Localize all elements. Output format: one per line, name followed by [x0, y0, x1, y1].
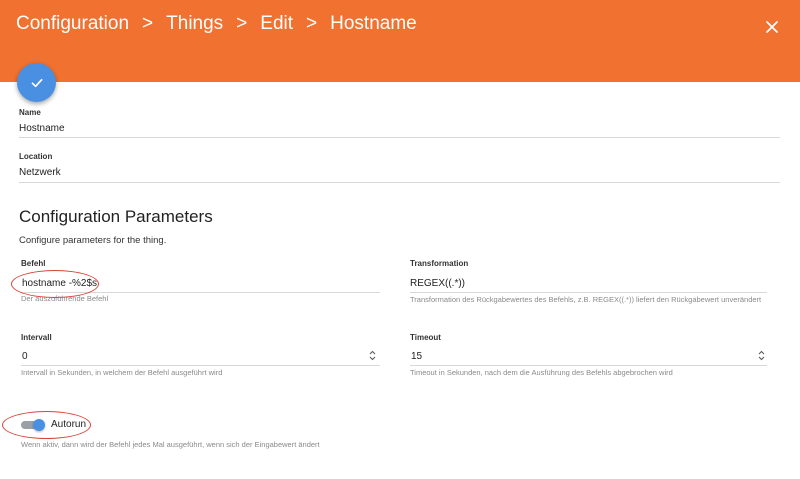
- breadcrumb-configuration[interactable]: Configuration: [16, 13, 129, 35]
- section-title: Configuration Parameters: [19, 207, 213, 226]
- app-header: Configuration > Things > Edit > Hostname: [0, 0, 800, 82]
- close-icon[interactable]: [764, 19, 780, 35]
- annotation-circle-autorun: [2, 411, 91, 439]
- breadcrumb-hostname: Hostname: [330, 13, 417, 34]
- timeout-hint: Timeout in Sekunden, nach dem die Ausfüh…: [410, 368, 673, 377]
- name-field-underline: [19, 137, 780, 138]
- breadcrumb-separator: >: [306, 13, 318, 34]
- transformation-hint: Transformation des Rückgabewertes des Be…: [410, 295, 762, 304]
- name-label: Name: [19, 108, 41, 117]
- breadcrumb-edit[interactable]: Edit: [260, 13, 293, 35]
- intervall-field-underline: [21, 365, 380, 366]
- breadcrumb-separator: >: [236, 13, 248, 34]
- location-label: Location: [19, 152, 53, 161]
- transformation-label: Transformation: [410, 259, 469, 268]
- timeout-stepper[interactable]: [758, 350, 765, 361]
- timeout-field-underline: [410, 365, 767, 366]
- befehl-label: Befehl: [21, 259, 46, 268]
- transformation-field-underline: [410, 292, 767, 293]
- timeout-field[interactable]: 15: [411, 351, 422, 362]
- transformation-field[interactable]: REGEX((.*)): [410, 278, 465, 289]
- intervall-stepper[interactable]: [369, 350, 376, 361]
- annotation-circle-befehl: [11, 270, 99, 298]
- location-field[interactable]: Netzwerk: [19, 167, 61, 178]
- save-button[interactable]: [17, 63, 56, 102]
- breadcrumb-separator: >: [142, 13, 154, 34]
- intervall-field[interactable]: 0: [22, 351, 28, 362]
- intervall-hint: Intervall in Sekunden, in welchem der Be…: [21, 368, 223, 377]
- intervall-label: Intervall: [21, 333, 52, 342]
- location-field-underline: [19, 182, 780, 183]
- name-field[interactable]: Hostname: [19, 123, 65, 134]
- autorun-hint: Wenn aktiv, dann wird der Befehl jedes M…: [21, 440, 320, 449]
- section-description: Configure parameters for the thing.: [19, 235, 167, 246]
- timeout-label: Timeout: [410, 333, 441, 342]
- breadcrumb: Configuration > Things > Edit > Hostname: [16, 13, 417, 35]
- check-icon: [31, 78, 42, 87]
- breadcrumb-things[interactable]: Things: [166, 13, 223, 35]
